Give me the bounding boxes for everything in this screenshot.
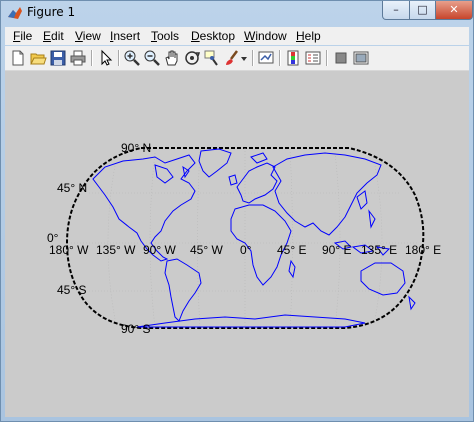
- toolbar-separator: [279, 50, 281, 66]
- lat-label-90s: 90° S: [121, 322, 150, 336]
- brush-dropdown-icon[interactable]: [240, 49, 248, 67]
- lon-label-135w: 135° W: [96, 243, 136, 257]
- menu-tools[interactable]: Tools: [151, 29, 179, 43]
- new-figure-icon[interactable]: [9, 49, 27, 67]
- rotate-3d-icon[interactable]: [183, 49, 201, 67]
- toolbar-separator: [252, 50, 254, 66]
- brush-icon[interactable]: [223, 49, 241, 67]
- zoom-in-icon[interactable]: [123, 49, 141, 67]
- toolbar-separator: [118, 50, 120, 66]
- data-cursor-icon[interactable]: [203, 49, 221, 67]
- lon-label-135e: 135° E: [361, 243, 397, 257]
- menu-file[interactable]: File: [13, 29, 32, 43]
- print-icon[interactable]: [69, 49, 87, 67]
- window-title: Figure 1: [27, 5, 76, 19]
- menu-desktop[interactable]: Desktop: [191, 29, 235, 43]
- menu-view[interactable]: View: [75, 29, 101, 43]
- figure-window: Figure 1 – □ ✕ File Edit View Insert Too…: [0, 0, 474, 422]
- save-icon[interactable]: [49, 49, 67, 67]
- lon-label-45w: 45° W: [190, 243, 223, 257]
- toolbar-separator: [326, 50, 328, 66]
- hide-plot-tools-icon[interactable]: [332, 49, 350, 67]
- menu-insert[interactable]: Insert: [110, 29, 140, 43]
- lon-label-45e: 45° E: [277, 243, 306, 257]
- minimize-button[interactable]: –: [382, 1, 410, 20]
- lon-label-0: 0°: [240, 243, 252, 257]
- menu-bar: File Edit View Insert Tools Desktop Wind…: [5, 27, 469, 45]
- world-map-plot[interactable]: 90° N 45° N 0° 45° S 90° S 180° W 135° W…: [5, 71, 469, 417]
- maximize-button[interactable]: □: [409, 1, 436, 20]
- legend-icon[interactable]: [304, 49, 322, 67]
- lat-label-90n: 90° N: [121, 141, 151, 155]
- lat-label-45n: 45° N: [57, 181, 87, 195]
- show-plot-tools-icon[interactable]: [352, 49, 370, 67]
- close-button[interactable]: ✕: [435, 1, 473, 20]
- matlab-logo-icon: [8, 7, 22, 19]
- lon-label-180e: 180° E: [405, 243, 441, 257]
- link-plot-icon[interactable]: [257, 49, 275, 67]
- edit-plot-arrow-icon[interactable]: [97, 49, 115, 67]
- menu-window[interactable]: Window: [244, 29, 287, 43]
- longitude-labels: 180° W 135° W 90° W 45° W 0° 45° E 90° E…: [49, 243, 441, 257]
- open-file-icon[interactable]: [29, 49, 47, 67]
- zoom-out-icon[interactable]: [143, 49, 161, 67]
- menu-edit[interactable]: Edit: [43, 29, 64, 43]
- menu-help[interactable]: Help: [296, 29, 321, 43]
- lon-label-90w: 90° W: [143, 243, 176, 257]
- figure-canvas[interactable]: 90° N 45° N 0° 45° S 90° S 180° W 135° W…: [5, 71, 469, 417]
- title-bar[interactable]: Figure 1 – □ ✕: [1, 1, 473, 25]
- colorbar-icon[interactable]: [284, 49, 302, 67]
- lon-label-90e: 90° E: [322, 243, 351, 257]
- figure-toolbar: [5, 46, 469, 71]
- toolbar-separator: [91, 50, 93, 66]
- pan-hand-icon[interactable]: [163, 49, 181, 67]
- lat-label-45s: 45° S: [57, 283, 86, 297]
- lon-label-180w: 180° W: [49, 243, 89, 257]
